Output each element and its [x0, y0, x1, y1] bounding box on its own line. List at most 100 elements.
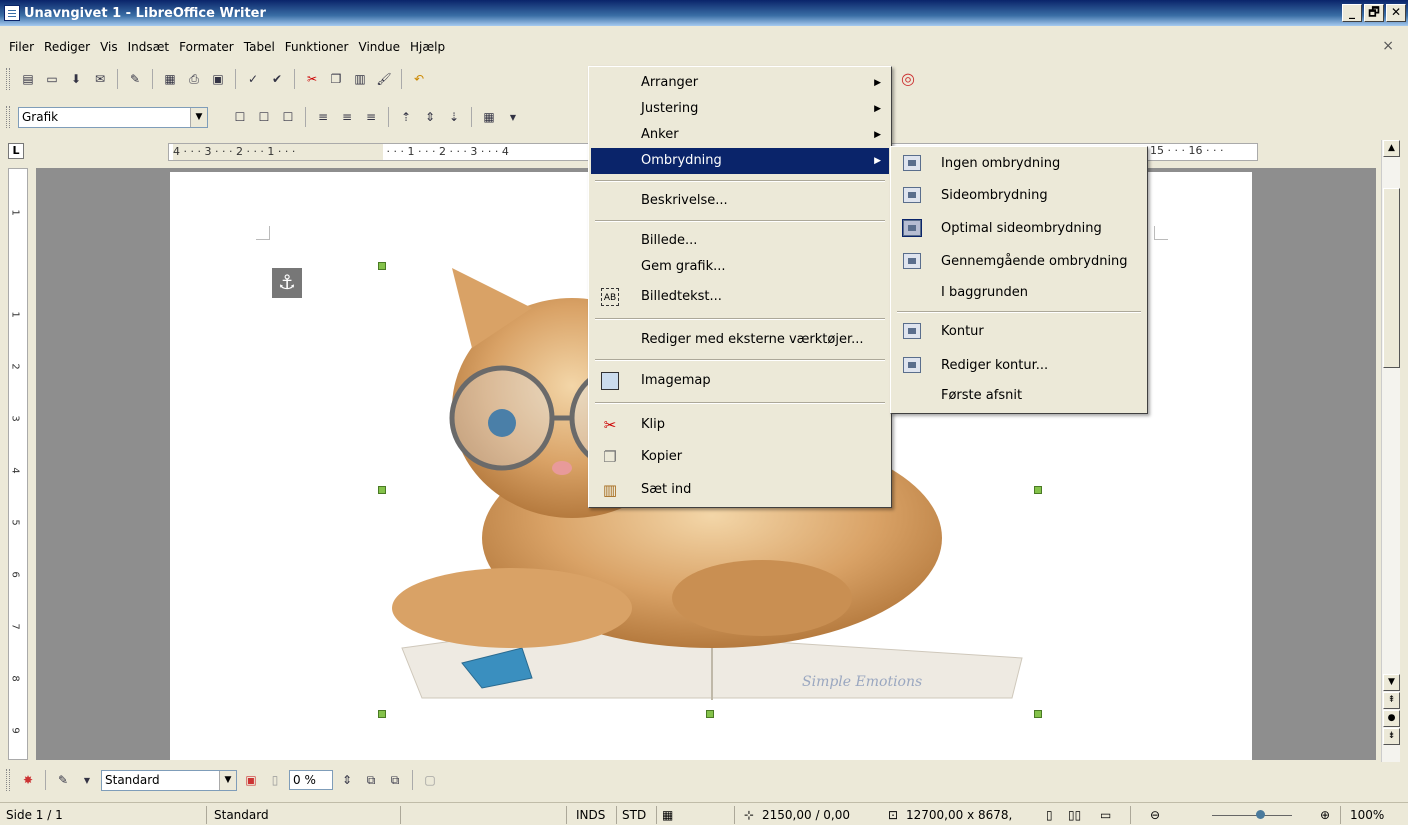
single-page-view-icon[interactable]: ▯: [1046, 807, 1053, 823]
image-filter-icon[interactable]: ✸: [18, 770, 38, 790]
resize-handle[interactable]: [706, 710, 714, 718]
align-top-icon[interactable]: ⇡: [396, 107, 416, 127]
save-icon[interactable]: ⬇: [66, 69, 86, 89]
menu-item-saet-ind[interactable]: ▥ Sæt ind: [591, 477, 889, 503]
paste-icon[interactable]: ▥: [350, 69, 370, 89]
navigation-icon[interactable]: ●: [1383, 710, 1400, 727]
wrap-off-icon[interactable]: ☐: [230, 107, 250, 127]
chevron-down-icon[interactable]: ▼: [190, 107, 207, 127]
graphics-mode-icon[interactable]: ✎: [53, 770, 73, 790]
submenu-item-kontur[interactable]: Kontur: [893, 317, 1145, 347]
resize-handle[interactable]: [378, 486, 386, 494]
crop-icon[interactable]: ▣: [241, 770, 261, 790]
submenu-item-gennemgaaende[interactable]: Gennemgående ombrydning: [893, 247, 1145, 277]
zoom-slider-knob[interactable]: [1256, 810, 1265, 819]
toolbar-grip[interactable]: [6, 106, 10, 128]
menu-item-kopier[interactable]: ❐ Kopier: [591, 444, 889, 470]
minimize-button[interactable]: _: [1342, 4, 1362, 22]
tab-stop-selector[interactable]: L: [8, 143, 24, 159]
menu-item-justering[interactable]: Justering ▶: [591, 96, 889, 122]
close-button[interactable]: ✕: [1386, 4, 1406, 22]
submenu-item-rediger-kontur[interactable]: Rediger kontur...: [893, 351, 1145, 381]
align-left-icon[interactable]: ≡: [313, 107, 333, 127]
align-center-icon[interactable]: ≡: [337, 107, 357, 127]
menu-funktioner[interactable]: Funktioner: [280, 40, 354, 54]
insert-mode[interactable]: INDS: [576, 807, 605, 823]
edit-file-icon[interactable]: ✎: [125, 69, 145, 89]
submenu-item-i-baggrunden[interactable]: I baggrunden: [893, 278, 1145, 308]
menu-item-ombrydning[interactable]: Ombrydning ▶: [591, 148, 889, 174]
export-pdf-icon[interactable]: ▦: [160, 69, 180, 89]
menu-item-beskrivelse[interactable]: Beskrivelse...: [591, 188, 889, 214]
transparency-icon[interactable]: ▯: [265, 770, 285, 790]
menu-formater[interactable]: Formater: [174, 40, 239, 54]
menu-rediger[interactable]: Rediger: [39, 40, 95, 54]
scroll-thumb[interactable]: [1383, 188, 1400, 368]
menu-item-billede[interactable]: Billede...: [591, 228, 889, 254]
style-combo[interactable]: Grafik ▼: [18, 106, 208, 128]
chevron-down-icon[interactable]: ▼: [503, 107, 523, 127]
resize-handle[interactable]: [1034, 710, 1042, 718]
menu-tabel[interactable]: Tabel: [239, 40, 280, 54]
align-bottom-icon[interactable]: ⇣: [444, 107, 464, 127]
multi-page-view-icon[interactable]: ▯▯: [1068, 807, 1081, 823]
menu-item-billedtekst[interactable]: AB Billedtekst...: [591, 284, 889, 310]
print-preview-icon[interactable]: ▣: [208, 69, 228, 89]
zoom-in-icon[interactable]: ⊕: [1320, 807, 1330, 823]
resize-handle[interactable]: [1034, 486, 1042, 494]
spinner-arrows-icon[interactable]: ⇕: [337, 770, 357, 790]
menu-item-klip[interactable]: ✂ Klip: [591, 412, 889, 438]
toolbar-grip[interactable]: [6, 769, 10, 791]
submenu-item-optimal-sideombrydning[interactable]: Optimal sideombrydning: [893, 214, 1145, 244]
submenu-item-sideombrydning[interactable]: Sideombrydning: [893, 181, 1145, 211]
borders-icon[interactable]: ▦: [479, 107, 499, 127]
resize-handle[interactable]: [378, 262, 386, 270]
print-icon[interactable]: ⎙: [184, 69, 204, 89]
restore-button[interactable]: 🗗: [1364, 4, 1384, 22]
cut-icon[interactable]: ✂: [302, 69, 322, 89]
menu-item-arranger[interactable]: Arranger ▶: [591, 70, 889, 96]
scroll-up-icon[interactable]: ▲: [1383, 140, 1400, 157]
menu-item-anker[interactable]: Anker ▶: [591, 122, 889, 148]
vertical-scrollbar[interactable]: ▲ ▼ ⇞ ● ⇟: [1381, 140, 1400, 762]
scroll-down-icon[interactable]: ▼: [1383, 674, 1400, 691]
menu-indsaet[interactable]: Indsæt: [123, 40, 175, 54]
open-icon[interactable]: ▭: [42, 69, 62, 89]
copy-icon[interactable]: ❐: [326, 69, 346, 89]
page-style[interactable]: Standard: [214, 807, 269, 823]
next-page-icon[interactable]: ⇟: [1383, 728, 1400, 745]
help-icon[interactable]: ◎: [898, 68, 918, 88]
zoom-slider[interactable]: [1212, 815, 1292, 816]
undo-icon[interactable]: ↶: [409, 69, 429, 89]
menu-item-imagemap[interactable]: Imagemap: [591, 368, 889, 394]
wrap-through-icon[interactable]: ☐: [278, 107, 298, 127]
previous-page-icon[interactable]: ⇞: [1383, 692, 1400, 709]
anchor-icon[interactable]: ⚓: [272, 268, 302, 298]
selection-mode[interactable]: STD: [622, 807, 646, 823]
menu-vindue[interactable]: Vindue: [354, 40, 406, 54]
align-middle-icon[interactable]: ⇕: [420, 107, 440, 127]
book-view-icon[interactable]: ▭: [1100, 807, 1111, 823]
submenu-item-foerste-afsnit[interactable]: Første afsnit: [893, 381, 1145, 411]
close-document-icon[interactable]: ×: [1382, 38, 1394, 54]
frame-properties-icon[interactable]: ▢: [420, 770, 440, 790]
page-indicator[interactable]: Side 1 / 1: [6, 807, 63, 823]
resize-handle[interactable]: [378, 710, 386, 718]
autospellcheck-icon[interactable]: ✔: [267, 69, 287, 89]
chevron-down-icon[interactable]: ▼: [219, 770, 236, 790]
transparency-spinner[interactable]: 0 %: [289, 770, 333, 790]
clone-format-icon[interactable]: 🖌: [374, 69, 394, 89]
chevron-down-icon[interactable]: ▼: [77, 770, 97, 790]
toolbar-grip[interactable]: [6, 68, 10, 90]
bring-forward-icon[interactable]: ⧉: [361, 770, 381, 790]
menu-item-gem-grafik[interactable]: Gem grafik...: [591, 254, 889, 280]
wrap-on-icon[interactable]: ☐: [254, 107, 274, 127]
new-document-icon[interactable]: ▤: [18, 69, 38, 89]
vertical-ruler[interactable]: 1 1 2 3 4 5 6 7 8 9: [8, 168, 28, 760]
align-right-icon[interactable]: ≡: [361, 107, 381, 127]
email-icon[interactable]: ✉: [90, 69, 110, 89]
zoom-out-icon[interactable]: ⊖: [1150, 807, 1160, 823]
send-backward-icon[interactable]: ⧉: [385, 770, 405, 790]
menu-filer[interactable]: Filer: [4, 40, 39, 54]
submenu-item-ingen-ombrydning[interactable]: Ingen ombrydning: [893, 149, 1145, 179]
